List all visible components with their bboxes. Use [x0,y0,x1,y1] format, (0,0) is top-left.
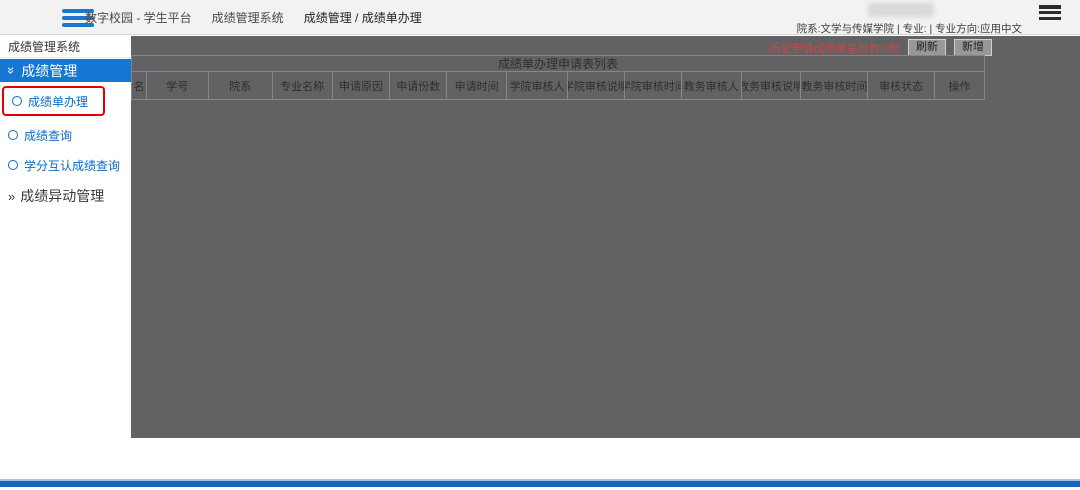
refresh-button[interactable]: 刷新 [908,39,946,56]
sidebar-item-credit-query[interactable]: 学分互认成绩查询 [0,155,131,175]
sidebar-item-label: 学分互认成绩查询 [24,158,121,173]
breadcrumb-current[interactable]: 成绩管理 / 成绩单办理 [304,9,422,26]
sidebar-group-label: 成绩管理 [21,62,78,79]
options-menu-icon[interactable] [1039,5,1061,20]
sidebar: 成绩管理系统 » 成绩管理 成绩单办理 成绩查询 学分互认成绩查询 » 成绩异动… [0,36,131,490]
column-header: 学院审核人 [506,72,567,99]
column-header: 审核状态 [867,72,934,99]
table-title: 成绩单办理申请表列表 [132,56,984,72]
breadcrumb-platform[interactable]: 数字校园 - 学生平台 [85,9,192,26]
breadcrumb: 数字校园 - 学生平台 成绩管理系统 成绩管理 / 成绩单办理 [85,0,422,34]
footer-accent-bar [0,479,1080,487]
radio-circle-icon [8,160,18,170]
column-header: 教务审核说明 [740,72,800,99]
radio-circle-icon [8,130,18,140]
sidebar-item-grade-query[interactable]: 成绩查询 [0,125,131,145]
column-header: 申请原因 [331,72,390,99]
annotation-red-box: 成绩单办理 [2,86,105,116]
column-header: 操作 [934,72,984,99]
history-count-note: 历史申请成绩单总份数:0份 [769,42,900,55]
sidebar-group-label: 成绩异动管理 [20,188,105,204]
chevron-right-icon: » [8,188,16,204]
top-bar: 数字校园 - 学生平台 成绩管理系统 成绩管理 / 成绩单办理 院系:文学与传媒… [0,0,1080,35]
main-content: 历史申请成绩单总份数:0份 刷新 新增 成绩单办理申请表列表 名学号 院系 专业名称… [131,36,1080,438]
radio-circle-icon [12,96,22,106]
page: 数字校园 - 学生平台 成绩管理系统 成绩管理 / 成绩单办理 院系:文学与传媒… [0,0,1080,490]
sidebar-item-label: 成绩单办理 [28,94,89,109]
sidebar-group-grade-management[interactable]: » 成绩管理 [0,59,131,82]
column-header: 教务审核时间 [800,72,867,99]
sidebar-group-grade-change[interactable]: » 成绩异动管理 [0,186,131,206]
breadcrumb-system[interactable]: 成绩管理系统 [212,9,284,26]
column-header: 申请时间 [446,72,506,99]
toolbar: 历史申请成绩单总份数:0份 刷新 新增 [770,39,992,56]
sidebar-item-transcript[interactable]: 成绩单办理 [4,91,103,111]
chevron-down-icon: » [4,66,20,75]
table-header-row: 名学号院系专业名称申请原因申请份数申请时间学院审核人学院审核说明学院审核时间教务… [132,72,984,99]
column-header: 院系 [207,72,272,99]
column-header: 申请份数 [389,72,446,99]
column-header: 学院审核说明 [566,72,624,99]
user-name-redacted [868,3,934,17]
column-header: 学院审核时间 [623,72,681,99]
sidebar-item-label: 成绩查询 [24,128,73,143]
user-info-text: 院系:文学与传媒学院 | 专业: | 专业方向:应用中文 [796,23,1022,35]
sidebar-title: 成绩管理系统 [0,36,131,58]
column-header: 教务审核人 [680,72,741,99]
column-header: 学号 [145,72,208,99]
transcript-application-table: 成绩单办理申请表列表 名学号院系专业名称申请原因申请份数申请时间学院审核人学院审… [131,55,985,100]
column-header: 专业名称 [271,72,332,99]
add-button[interactable]: 新增 [954,39,992,56]
column-header: 名 [133,80,145,93]
